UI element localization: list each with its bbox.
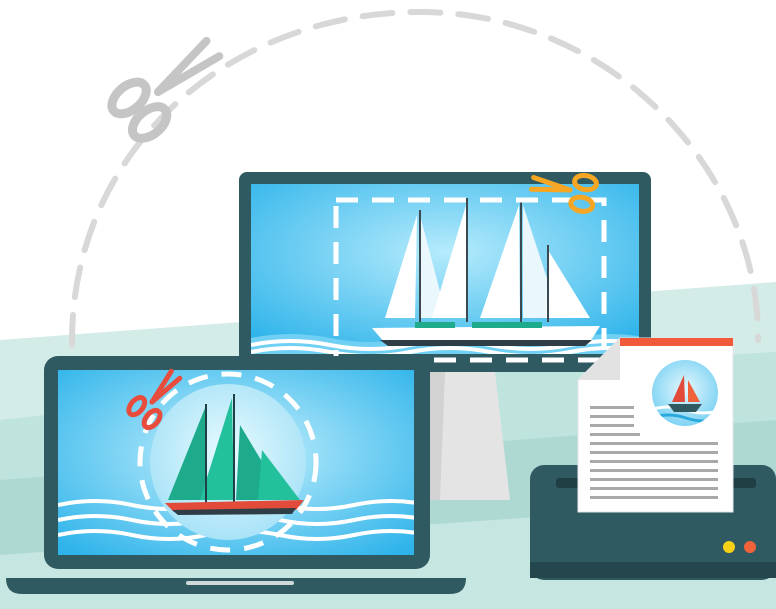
laptop-icon <box>6 356 466 594</box>
document-icon <box>577 337 734 513</box>
scissors-icon <box>107 36 224 143</box>
illustration-scene <box>0 8 776 609</box>
printer-light-yellow <box>723 541 735 553</box>
printer-light-orange <box>744 541 756 553</box>
